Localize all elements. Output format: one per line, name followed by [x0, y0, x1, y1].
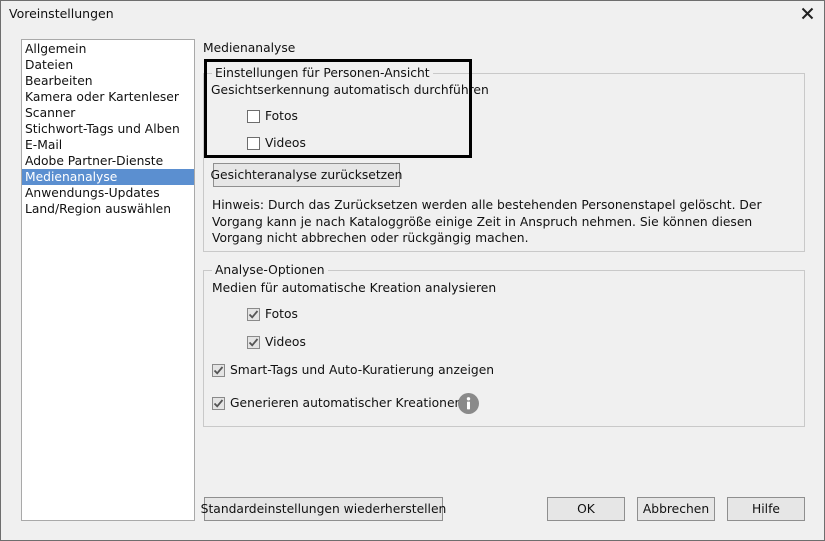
sidebar-item-dateien[interactable]: Dateien [22, 57, 194, 73]
sidebar-item-land-region[interactable]: Land/Region auswählen [22, 201, 194, 217]
auto-creations-label: Generieren automatischer Kreationen [230, 396, 463, 410]
close-button[interactable] [796, 3, 818, 23]
sidebar-item-bearbeiten[interactable]: Bearbeiten [22, 73, 194, 89]
analysis-videos-option[interactable]: Videos [247, 335, 306, 349]
help-button[interactable]: Hilfe [727, 497, 805, 521]
auto-creations-option[interactable]: Generieren automatischer Kreationen [212, 396, 462, 410]
info-icon[interactable] [458, 393, 479, 414]
smart-tags-label: Smart-Tags und Auto-Kuratierung anzeigen [230, 363, 495, 377]
persons-videos-checkbox[interactable] [247, 136, 260, 150]
sidebar-item-medienanalyse[interactable]: Medienanalyse [22, 169, 194, 185]
auto-creations-checkbox[interactable] [212, 396, 225, 410]
persons-group-legend: Einstellungen für Personen-Ansicht [212, 65, 433, 81]
checkmark-icon [248, 309, 259, 319]
ok-button[interactable]: OK [547, 497, 625, 521]
checkmark-icon [213, 398, 224, 408]
smart-tags-option[interactable]: Smart-Tags und Auto-Kuratierung anzeigen [212, 363, 494, 377]
sidebar-item-allgemein[interactable]: Allgemein [22, 41, 194, 57]
sidebar-item-scanner[interactable]: Scanner [22, 105, 194, 121]
persons-fotos-checkbox[interactable] [247, 109, 260, 123]
window-title: Voreinstellungen [9, 6, 114, 21]
media-analysis-label: Medien für automatische Kreation analysi… [212, 281, 497, 295]
analysis-videos-label: Videos [265, 335, 306, 349]
analysis-fotos-option[interactable]: Fotos [247, 307, 298, 321]
analysis-fotos-label: Fotos [265, 307, 298, 321]
persons-videos-option[interactable]: Videos [247, 136, 306, 150]
category-list: Allgemein Dateien Bearbeiten Kamera oder… [21, 39, 195, 521]
sidebar-item-email[interactable]: E-Mail [22, 137, 194, 153]
persons-fotos-label: Fotos [265, 109, 298, 123]
cancel-button[interactable]: Abbrechen [637, 497, 715, 521]
info-glyph [466, 397, 471, 410]
sidebar-item-anwendungs-updates[interactable]: Anwendungs-Updates [22, 185, 194, 201]
face-detection-label: Gesichtserkennung automatisch durchführe… [211, 83, 489, 97]
persons-fotos-option[interactable]: Fotos [247, 109, 298, 123]
reset-hint-text: Hinweis: Durch das Zurücksetzen werden a… [212, 198, 762, 245]
analysis-videos-checkbox[interactable] [247, 335, 260, 349]
title-bar: Voreinstellungen [1, 1, 824, 25]
persons-videos-label: Videos [265, 136, 306, 150]
sidebar-item-partner-dienste[interactable]: Adobe Partner-Dienste [22, 153, 194, 169]
sidebar-item-stichwort-tags[interactable]: Stichwort-Tags und Alben [22, 121, 194, 137]
analysis-group-legend: Analyse-Optionen [212, 262, 328, 278]
checkmark-icon [213, 365, 224, 375]
preferences-window: Voreinstellungen Allgemein Dateien Bearb… [0, 0, 825, 541]
smart-tags-checkbox[interactable] [212, 363, 225, 377]
sidebar-item-kamera[interactable]: Kamera oder Kartenleser [22, 89, 194, 105]
analysis-fotos-checkbox[interactable] [247, 307, 260, 321]
section-title: Medienanalyse [203, 41, 296, 55]
reset-face-analysis-button[interactable]: Gesichteranalyse zurücksetzen [211, 163, 402, 187]
checkmark-icon [248, 337, 259, 347]
restore-defaults-button[interactable]: Standardeinstellungen wiederherstellen [201, 497, 446, 521]
close-icon [801, 7, 813, 19]
